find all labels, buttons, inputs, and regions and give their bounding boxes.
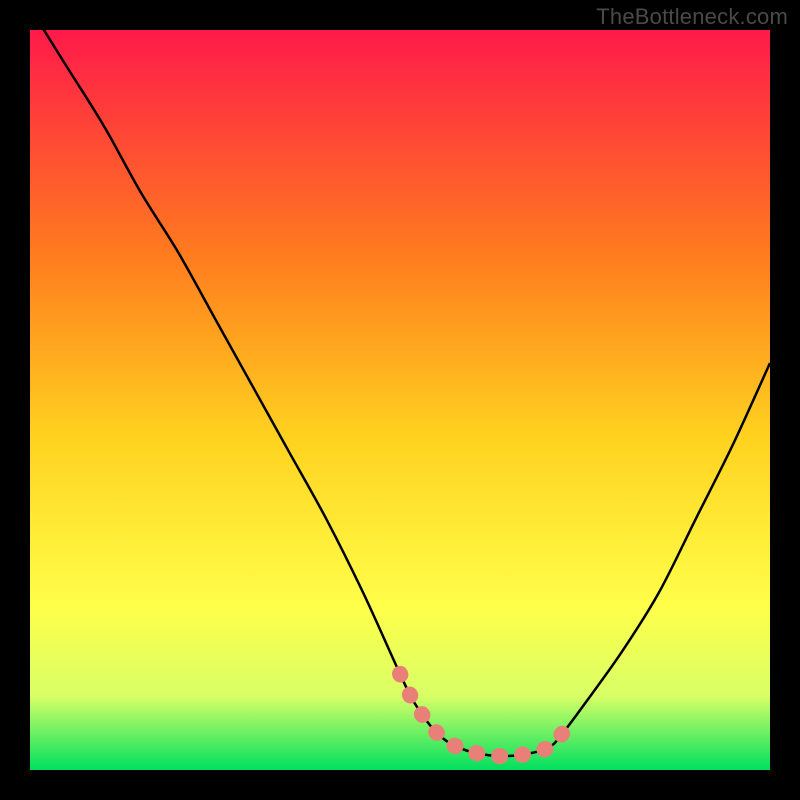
plot-background xyxy=(30,30,770,770)
chart-frame: TheBottleneck.com xyxy=(0,0,800,800)
bottleneck-chart xyxy=(0,0,800,800)
watermark-text: TheBottleneck.com xyxy=(596,4,788,30)
